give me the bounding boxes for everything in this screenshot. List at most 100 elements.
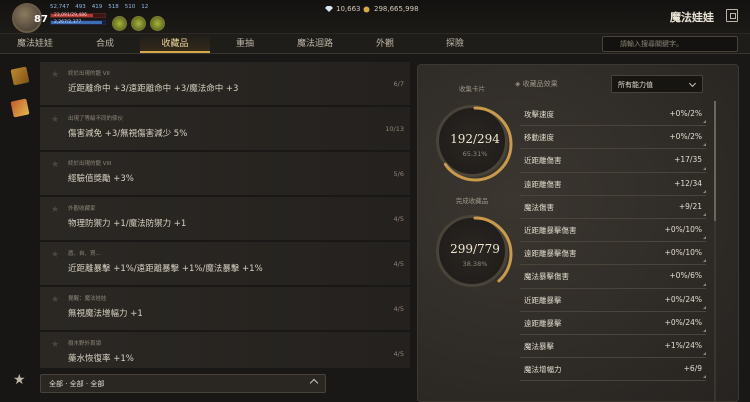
collection-row[interactable]: ★ 終於出現的龍 VII 近距離命中 +3/遠距離命中 +3/魔法命中 +3 6… [40,62,410,107]
corner-mark [703,166,706,170]
effect-name: 遠距離暴擊傷害 [524,249,577,259]
collection-name: 覺醒：魔法娃娃 [68,296,107,302]
stat-value: 52,747 [50,4,70,10]
corner-mark [703,352,706,356]
collection-row[interactable]: ★ 覺醒：魔法娃娃 無視魔法增幅力 +1 4/5 [40,287,410,332]
completed-percent: 38.38% [462,260,488,268]
effect-row: 遠距離傷害 +12/34 [520,173,706,196]
tab-reroll[interactable]: 重抽 [210,34,280,53]
collection-name: 終於出現的龍 VIII [68,161,112,167]
cards-percent: 65.31% [462,150,488,158]
star-icon[interactable]: ★ [51,250,59,260]
effect-row: 移動速度 +0%/2% [520,126,706,150]
collection-name: 外觀收藏家 [68,206,96,212]
effect-row: 遠距離暴擊傷害 +0%/10% [520,242,706,266]
category-sidebar [0,54,40,402]
completed-value: 299/779 [450,242,500,256]
window-title: 魔法娃娃 [670,11,714,24]
corner-mark [703,328,706,332]
effect-name: 移動速度 [524,133,554,143]
collection-row[interactable]: ★ 盾、自、買... 近距離暴擊 +1%/遠距離暴擊 +1%/魔法暴擊 +1% … [40,242,410,287]
collection-effect: 物理防禦力 +1/魔法防禦力 +1 [68,219,187,229]
tab-appearance[interactable]: 外觀 [350,34,420,53]
corner-mark [703,282,706,286]
effect-row: 近距離傷害 +17/35 [520,149,706,173]
effects-list: 攻擊速度 +0%/2% 移動速度 +0%/2% 近距離傷害 +17/35 遠距離傷害 +… [520,103,706,382]
collection-count: 5/6 [393,170,404,178]
stat-value: 510 [124,4,136,10]
star-icon[interactable]: ★ [51,340,59,350]
corner-mark [703,375,706,379]
collection-name: 盾、自、買... [68,251,101,257]
collection-effect: 近距離命中 +3/遠距離命中 +3/魔法命中 +3 [68,84,239,94]
buff-icon[interactable] [131,16,146,31]
effect-name: 遠距離傷害 [524,179,562,189]
book-category-icon[interactable] [10,66,30,86]
gold-amount: 298,665,998 [374,5,419,13]
effect-value: +17/35 [674,155,702,165]
collection-name: 出現了等級不同的傢伙 [68,116,124,122]
effect-row: 魔法暴擊傷害 +0%/6% [520,265,706,289]
exit-icon[interactable] [726,9,738,22]
stat-value: 493 [75,4,86,10]
filter-label: 全部 · 全部 · 全部 [49,380,105,388]
effect-name: 魔法暴擊 [524,341,554,351]
star-icon[interactable]: ★ [51,70,59,80]
buff-icon[interactable] [150,16,165,31]
collection-effect: 傷害減免 +3/無視傷害減少 5% [68,129,188,139]
stat-row: 52,747 493 419 518 510 12 [50,4,148,10]
hp-text: 23,091/29,486 [54,13,88,18]
effect-row: 魔法暴擊 +1%/24% [520,335,706,359]
diamond-currency: 10,663 [325,5,361,13]
collection-count: 4/5 [393,215,404,223]
filter-dropdown[interactable]: 全部 · 全部 · 全部 [40,374,326,393]
effect-row: 遠距離暴擊 +0%/24% [520,312,706,335]
collection-row[interactable]: ★ 出現了等級不同的傢伙 傷害減免 +3/無視傷害減少 5% 10/13 [40,107,410,152]
collection-row[interactable]: ★ 終於出現的龍 VIII 經驗值獎勵 +3% 5/6 [40,152,410,197]
star-icon[interactable]: ★ [51,295,59,305]
scrollbar-thumb[interactable] [714,101,716,221]
collection-row[interactable]: ★ 樹木野外首領 藥水恢復率 +1% 4/5 [40,332,410,368]
gold-currency: 298,665,998 [363,5,419,13]
collection-count: 6/7 [393,80,404,88]
collection-effect: 近距離暴擊 +1%/遠距離暴擊 +1%/魔法暴擊 +1% [68,264,263,274]
star-icon[interactable]: ★ [51,160,59,170]
collection-count: 10/13 [385,125,404,133]
effect-value: +1%/24% [664,340,702,350]
buff-icon[interactable] [112,16,127,31]
collection-effect: 藥水恢復率 +1% [68,354,134,364]
tab-magic-doll[interactable]: 魔法娃娃 [0,34,70,53]
diamond-amount: 10,663 [336,5,361,13]
character-level: 87 [34,14,48,25]
effect-name: 近距離暴擊 [524,295,562,305]
chevron-up-icon [309,378,319,388]
favorite-star-icon[interactable]: ★ [13,372,26,388]
star-icon[interactable]: ★ [51,115,59,125]
corner-mark [703,236,706,240]
stat-value: 12 [141,4,149,10]
stat-filter-dropdown[interactable]: 所有能力值 [611,75,703,93]
mp-text: 2,267/2,377 [54,20,82,25]
tab-expedition[interactable]: 探險 [420,34,490,53]
collection-count: 4/5 [393,350,404,358]
top-bar: 87 52,747 493 419 518 510 12 23,091/29,4… [0,0,750,34]
tab-collection[interactable]: 收藏品 [140,34,210,53]
tab-magic-circuit[interactable]: 魔法迴路 [280,34,350,53]
effects-scrollbar[interactable] [714,101,716,401]
collection-row[interactable]: ★ 外觀收藏家 物理防禦力 +1/魔法防禦力 +1 4/5 [40,197,410,242]
effect-value: +9/21 [678,201,702,211]
effect-value: +0%/10% [664,248,702,258]
effect-value: +12/34 [674,178,702,188]
search-input[interactable]: 請輸入搜尋關鍵字。 [602,36,738,52]
cards-label: 收集卡片 [459,85,485,93]
tab-compose[interactable]: 合成 [70,34,140,53]
effects-heading-text: 收藏品效果 [522,80,558,88]
star-icon[interactable]: ★ [51,205,59,215]
book-category-icon[interactable] [10,98,30,118]
gold-coin-icon [363,6,371,13]
effect-value: +0%/24% [664,317,702,327]
collection-list: ★ 終於出現的龍 VII 近距離命中 +3/遠距離命中 +3/魔法命中 +3 6… [40,62,410,368]
effect-name: 近距離傷害 [524,156,562,166]
collection-count: 4/5 [393,260,404,268]
effect-value: +0%/24% [664,294,702,304]
